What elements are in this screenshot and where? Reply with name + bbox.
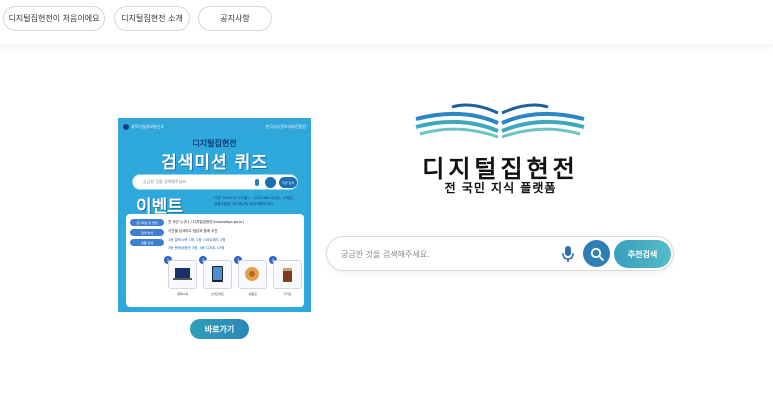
banner-header: 과학기술정보통신부 한국지능정보사회진흥원 <box>118 118 311 135</box>
prize-laptop-icon <box>168 260 197 289</box>
ministry-logo-icon <box>123 123 129 130</box>
banner-search-illustration: 궁금한 것을 검색해주세요. 추천 검색 <box>132 174 298 190</box>
prize-caption: 상품권 <box>248 292 257 296</box>
banner-tag: 경품 상세 <box>130 239 164 246</box>
go-button[interactable]: 바로가기 <box>190 319 249 339</box>
nav-about-button[interactable]: 디지털집현전 소개 <box>114 6 190 31</box>
prize-caption: 스마트패드 <box>210 292 225 296</box>
banner-tag: 참여 방식 <box>130 229 164 236</box>
promo-banner[interactable]: 과학기술정보통신부 한국지능정보사회진흥원 디지털집현전 검색미션 퀴즈 궁금한… <box>118 118 311 312</box>
banner-title: 검색미션 퀴즈 <box>161 153 268 173</box>
banner-tag: 참가대상 및 방법 <box>130 219 164 226</box>
search-icon <box>590 247 604 261</box>
prize-caption: 디저트 <box>283 292 292 296</box>
prize-voucher-icon <box>238 260 267 289</box>
banner-org-right: 한국지능정보사회진흥원 <box>265 123 306 129</box>
main-search-bar: 추천검색 <box>326 236 674 271</box>
nav-notice-button[interactable]: 공지사항 <box>198 6 272 31</box>
recommend-search-button[interactable]: 추천검색 <box>614 240 671 268</box>
banner-search-icon <box>265 177 276 188</box>
brand-subtitle: 전 국민 지식 플랫폼 <box>444 181 557 195</box>
banner-period-line: 당첨자발표: 02.08(목) 공지사항에 게시 <box>214 202 274 206</box>
prize-tablet-icon <box>203 260 232 289</box>
banner-card-line: 전 국민 누구나 / 디지털집현전(knowledge.go.kr) <box>168 220 244 224</box>
banner-recommend-badge: 추천 검색 <box>279 177 297 188</box>
top-nav-bar: 디지털집현전이 처음이에요 디지털집현전 소개 공지사항 <box>0 0 773 44</box>
search-button[interactable] <box>583 240 610 267</box>
banner-info-card: 참가대상 및 방법 참여 방식 경품 상세 전 국민 누구나 / 디지털집현전(… <box>126 214 304 307</box>
prize-dessert-icon <box>273 260 302 289</box>
banner-microphone-icon <box>255 179 259 186</box>
banner-card-line: 1등 갤럭시북 1명, 2등 스마트패드 2명 <box>168 238 226 242</box>
banner-card-line: 3등 문화상품권 3명, 4등 디저트 10명 <box>168 246 225 250</box>
microphone-icon[interactable] <box>561 245 575 263</box>
open-book-logo-icon <box>415 103 585 139</box>
banner-search-placeholder: 궁금한 것을 검색해주세요. <box>143 179 188 184</box>
banner-card-line: 기관별 검색하고 정답과 함께 추천 <box>168 229 218 233</box>
banner-period: 기간: 2024.07.22(월) ~ 2024.08.02(금), 12일간 … <box>214 195 304 207</box>
nav-first-time-button[interactable]: 디지털집현전이 처음이에요 <box>3 6 105 31</box>
search-input[interactable] <box>341 246 556 262</box>
prize-caption: 갤럭시북 <box>176 292 189 296</box>
banner-org-left: 과학기술정보통신부 <box>123 123 164 130</box>
